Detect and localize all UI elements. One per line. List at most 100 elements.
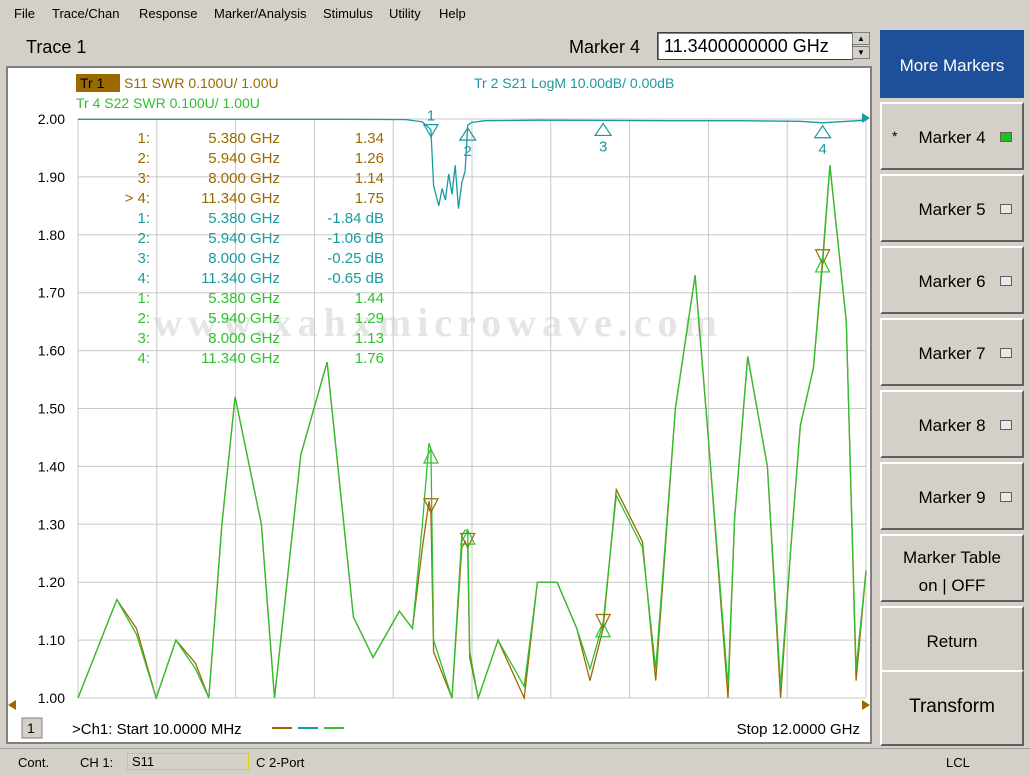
marker-table-frequency: 11.340 GHz xyxy=(201,350,280,367)
active-entry-bar: Trace 1 Marker 4 ▲ ▼ xyxy=(6,30,872,64)
sweep-mode: Cont. xyxy=(18,755,50,770)
marker7-button[interactable]: Marker 7 xyxy=(880,318,1024,386)
marker-table-value: 1.26 xyxy=(355,150,384,167)
marker-table-toggle[interactable]: Marker Table on | OFF xyxy=(880,534,1024,602)
calibration-status: C 2-Port xyxy=(256,755,305,770)
softkey-panel: More Markers * Marker 4 Marker 5 Marker … xyxy=(878,30,1028,746)
marker-table-frequency: 11.340 GHz xyxy=(201,270,280,287)
y-tick-label: 1.70 xyxy=(38,285,65,301)
marker-frequency-spinner: ▲ ▼ xyxy=(852,32,870,60)
marker-table-frequency: 11.340 GHz xyxy=(201,190,280,207)
spin-up-button[interactable]: ▲ xyxy=(852,32,870,45)
measurement-plot-frame: www.xahxmicrowave.com 2.00 1.90 1.80 1.70 1.… xyxy=(6,66,872,744)
marker-table-frequency: 5.380 GHz xyxy=(208,130,280,147)
marker-entry-label: Marker 4 xyxy=(569,37,641,57)
marker9-button[interactable]: Marker 9 xyxy=(880,462,1024,530)
marker-table-frequency: 5.380 GHz xyxy=(208,210,280,227)
marker-table-value: -0.65 dB xyxy=(327,270,384,287)
start-frequency-label[interactable]: >Ch1: Start 10.0000 MHz xyxy=(72,721,242,738)
marker-table-id: 2: xyxy=(137,310,150,327)
marker-table-value: 1.44 xyxy=(355,290,384,307)
marker-table-id: 2: xyxy=(137,230,150,247)
y-tick-label: 1.30 xyxy=(38,516,65,532)
menu-bar: File Trace/Chan Response Marker/Analysis… xyxy=(0,0,1030,28)
marker-table-frequency: 8.000 GHz xyxy=(208,250,280,267)
active-parameter: S11 xyxy=(127,753,249,770)
tr2-marker-4[interactable] xyxy=(813,124,832,139)
status-bar: Cont. CH 1: S11 C 2-Port LCL xyxy=(0,748,1030,775)
marker-table-frequency: 5.940 GHz xyxy=(208,310,280,327)
y-tick-label: 1.80 xyxy=(38,227,65,243)
marker-table-id: 1: xyxy=(137,290,150,307)
marker6-indicator xyxy=(1000,276,1012,286)
marker7-indicator xyxy=(1000,348,1012,358)
marker-table-value: 1.13 xyxy=(355,330,384,347)
marker-table-value: 1.34 xyxy=(355,130,384,147)
y-tick-label: 1.90 xyxy=(38,169,65,185)
menu-marker-analysis[interactable]: Marker/Analysis xyxy=(214,6,306,21)
ref-arrow-right xyxy=(862,700,870,710)
marker-table-value: 1.14 xyxy=(355,170,384,187)
marker-table-state: on | OFF xyxy=(918,576,986,595)
marker4-button[interactable]: * Marker 4 xyxy=(880,102,1024,170)
y-tick-label: 1.00 xyxy=(38,690,65,706)
menu-file[interactable]: File xyxy=(14,6,35,21)
marker-table-value: -1.06 dB xyxy=(327,230,384,247)
tr2-marker-label: 1 xyxy=(427,108,435,125)
marker6-button[interactable]: Marker 6 xyxy=(880,246,1024,314)
marker-table-id: 3: xyxy=(137,170,150,187)
y-tick-label: 1.10 xyxy=(38,632,65,648)
tr1-active-tag[interactable]: Tr 1 xyxy=(80,75,105,91)
plot-grid xyxy=(77,118,867,699)
marker-table-value: 1.75 xyxy=(355,190,384,207)
menu-stimulus[interactable]: Stimulus xyxy=(323,6,373,21)
measurement-plot[interactable]: www.xahxmicrowave.com 2.001.901.801.701.… xyxy=(8,68,870,742)
marker4-on-indicator xyxy=(1000,132,1012,142)
marker-table-frequency: 8.000 GHz xyxy=(208,330,280,347)
marker-frequency-input[interactable] xyxy=(657,32,853,60)
y-axis-ticks: 2.00 1.90 1.80 1.70 1.60 1.50 1.40 1.30 1.20 1.10… xyxy=(38,111,65,706)
menu-response[interactable]: Response xyxy=(139,6,198,21)
y-tick-label: 1.50 xyxy=(38,401,65,417)
y-tick-label: 1.60 xyxy=(38,343,65,359)
marker-flags: 1 2 3 4 xyxy=(422,108,832,638)
marker-table-id: 3: xyxy=(137,250,150,267)
more-markers-label: More Markers xyxy=(899,56,1005,75)
marker-table-value: 1.76 xyxy=(355,350,384,367)
transform-button[interactable]: Transform xyxy=(880,670,1024,746)
y-tick-label: 1.40 xyxy=(38,458,65,474)
marker8-indicator xyxy=(1000,420,1012,430)
marker-table-frequency: 8.000 GHz xyxy=(208,170,280,187)
legend-tr2[interactable]: Tr 2 S21 LogM 10.00dB/ 0.00dB xyxy=(474,75,674,91)
marker-table-label: Marker Table xyxy=(903,548,1001,567)
marker5-indicator xyxy=(1000,204,1012,214)
channel-number: 1 xyxy=(27,720,35,736)
legend-tr4[interactable]: Tr 4 S22 SWR 0.100U/ 1.00U xyxy=(76,95,260,111)
y-tick-label: 1.20 xyxy=(38,574,65,590)
y-tick-label: 2.00 xyxy=(38,111,65,127)
marker-table-id: 4: xyxy=(137,350,150,367)
menu-help[interactable]: Help xyxy=(439,6,466,21)
marker8-button[interactable]: Marker 8 xyxy=(880,390,1024,458)
marker-table-id: 4: xyxy=(137,270,150,287)
return-button[interactable]: Return xyxy=(880,606,1024,674)
tr2-marker-3[interactable] xyxy=(593,122,613,137)
menu-trace-chan[interactable]: Trace/Chan xyxy=(52,6,119,21)
ref-arrow-left xyxy=(8,700,16,710)
legend-tr1[interactable]: S11 SWR 0.100U/ 1.00U xyxy=(124,75,279,91)
marker-table-value: 1.29 xyxy=(355,310,384,327)
marker-table-id: 3: xyxy=(137,330,150,347)
channel-label: CH 1: xyxy=(80,755,114,770)
return-label: Return xyxy=(926,632,978,651)
active-trace-title: Trace 1 xyxy=(26,37,87,57)
stop-frequency-label[interactable]: Stop 12.0000 GHz xyxy=(737,721,860,738)
spin-down-button[interactable]: ▼ xyxy=(852,46,870,59)
tr2-marker-label: 4 xyxy=(818,141,826,158)
more-markers-button[interactable]: More Markers xyxy=(880,30,1024,98)
marker-table-id: 1: xyxy=(137,210,150,227)
marker5-button[interactable]: Marker 5 xyxy=(880,174,1024,242)
menu-utility[interactable]: Utility xyxy=(389,6,421,21)
marker-table-frequency: 5.940 GHz xyxy=(208,230,280,247)
marker9-indicator xyxy=(1000,492,1012,502)
tr2-marker-label: 2 xyxy=(464,143,472,160)
